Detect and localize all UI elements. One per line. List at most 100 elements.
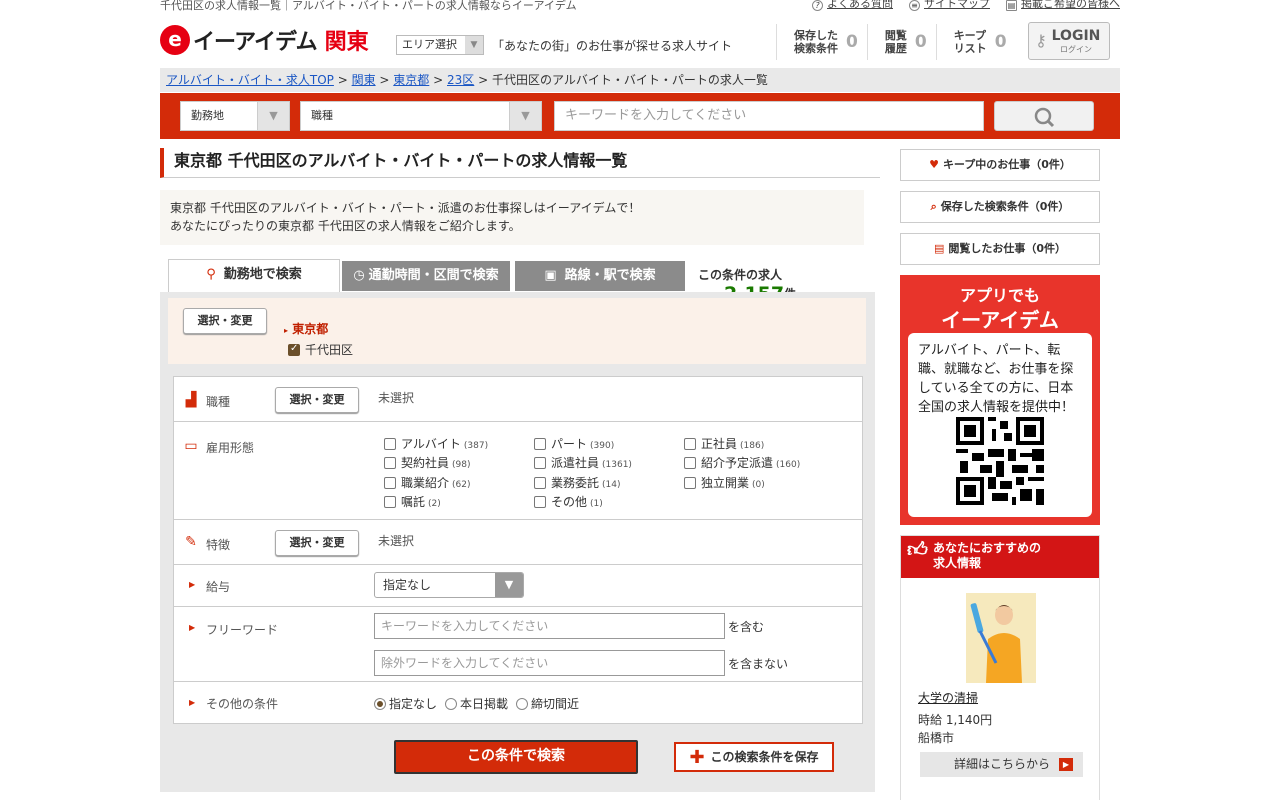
advertiser-link[interactable]: ▤ 掲載ご希望の皆様へ (1006, 0, 1120, 11)
breadcrumb: アルバイト・バイト・求人TOP > 関東 > 東京都 > 23区 > 千代田区の… (160, 68, 1120, 92)
checkbox[interactable] (534, 438, 546, 450)
search-panel: 選択・変更 ▸ 東京都 千代田区 ▟ 職種 選択・変更 未選択 ▭ 雇用形態 ア… (160, 292, 875, 792)
tagline: 「あなたの街」のお仕事が探せる求人サイト (492, 39, 733, 53)
other-option-today[interactable]: 本日掲載 (445, 695, 508, 712)
keep-jobs-link[interactable]: ♥ キープ中のお仕事（0件） (900, 149, 1100, 181)
checkbox[interactable] (384, 438, 396, 450)
thumbs-up-icon: 👍︎ (907, 537, 928, 561)
faq-link[interactable]: ? よくある質問 (812, 0, 893, 11)
breadcrumb-23ku[interactable]: 23区 (447, 73, 474, 87)
checkbox[interactable] (684, 438, 696, 450)
search-bar: 勤務地 ▼ 職種 ▼ キーワードを入力してください (160, 93, 1120, 139)
saved-search-stat[interactable]: 保存した 検索条件 0 (776, 24, 867, 60)
employment-option[interactable]: その他 (1) (534, 493, 603, 510)
checkbox[interactable] (384, 457, 396, 469)
tab-location[interactable]: ⚲ 勤務地で検索 (168, 259, 340, 295)
caret-icon: ▶ (189, 580, 196, 589)
employment-option[interactable]: 職業紹介 (62) (384, 474, 471, 491)
checkbox[interactable] (534, 477, 546, 489)
caret-icon: ▶ (189, 623, 196, 632)
site-title: 千代田区の求人情報一覧｜アルバイト・バイト・パートの求人情報ならイーアイデム (160, 0, 577, 12)
train-icon: ▣ (544, 268, 557, 283)
keep-list-stat[interactable]: キープ リスト 0 (935, 24, 1016, 60)
employment-option[interactable]: 嘱託 (2) (384, 493, 441, 510)
checkbox[interactable] (384, 477, 396, 489)
user-stats: 保存した 検索条件 0 閲覧 履歴 0 キープ リスト 0 (776, 24, 1016, 60)
employment-option[interactable]: パート (390) (534, 435, 614, 452)
area-change-button[interactable]: 選択・変更 (183, 308, 267, 334)
tab-station[interactable]: ▣ 路線・駅で検索 (515, 261, 685, 291)
search-submit-button[interactable]: この条件で検索 (394, 740, 638, 774)
employment-row: ▭ 雇用形態 アルバイト (387) パート (390) 正社員 (186) 契約社員 (98… (174, 422, 862, 520)
employment-option[interactable]: 業務委託 (14) (534, 474, 621, 491)
ward-checkbox[interactable]: 千代田区 (288, 341, 353, 358)
page: 千代田区の求人情報一覧｜アルバイト・バイト・パートの求人情報ならイーアイデム ?… (0, 0, 1280, 800)
breadcrumb-top[interactable]: アルバイト・バイト・求人TOP (166, 73, 334, 87)
search-button[interactable] (994, 101, 1094, 131)
checkbox[interactable] (534, 496, 546, 508)
logo[interactable]: e イーアイデム 関東 (160, 24, 369, 56)
employment-option[interactable]: 派遣社員 (1361) (534, 454, 632, 471)
location-select[interactable]: 勤務地 ▼ (180, 101, 290, 131)
recommended-header: 👍︎ あなたにおすすめの 求人情報 (901, 536, 1099, 578)
search-check-icon: ⌕ (930, 200, 937, 213)
area-box: 選択・変更 ▸ 東京都 千代田区 (168, 298, 866, 364)
worker-image (966, 593, 1036, 683)
employment-option[interactable]: 正社員 (186) (684, 435, 764, 452)
breadcrumb-kanto[interactable]: 関東 (352, 73, 376, 87)
employment-option[interactable]: アルバイト (387) (384, 435, 488, 452)
job-select[interactable]: 職種 ▼ (300, 101, 542, 131)
plus-icon: ✚ (689, 747, 705, 768)
other-row: ▶ その他の条件 指定なし 本日掲載 締切間近 (189, 695, 580, 712)
chevron-down-icon: ▼ (257, 102, 289, 130)
history-stat[interactable]: 閲覧 履歴 0 (866, 24, 936, 60)
salary-select[interactable]: 指定なし ▼ (374, 572, 524, 598)
saved-search-link[interactable]: ⌕ 保存した検索条件（0件） (900, 191, 1100, 223)
freeword-input[interactable]: キーワードを入力してください (374, 613, 725, 639)
area-select[interactable]: エリア選択 ▼ (396, 35, 484, 55)
viewed-jobs-link[interactable]: ▤ 閲覧したお仕事（0件） (900, 233, 1100, 265)
recommended-jobs: 👍︎ あなたにおすすめの 求人情報 大学の清掃 時給 1,140円 船橋市 詳細… (900, 535, 1100, 800)
radio[interactable] (516, 698, 529, 710)
top-bar: 千代田区の求人情報一覧｜アルバイト・バイト・パートの求人情報ならイーアイデム ?… (160, 0, 1120, 14)
feature-change-button[interactable]: 選択・変更 (275, 530, 359, 556)
job-title-link[interactable]: 大学の清掃 (918, 689, 978, 706)
filter-table: ▟ 職種 選択・変更 未選択 ▭ 雇用形態 アルバイト (387) パート (390)… (173, 376, 863, 724)
caret-icon: ▸ (284, 326, 289, 335)
search-icon (1034, 107, 1055, 128)
job-row: ▟ 職種 選択・変更 未選択 (174, 377, 862, 422)
job-photo[interactable] (966, 593, 1036, 683)
job-change-button[interactable]: 選択・変更 (275, 387, 359, 413)
exclude-word-input[interactable]: 除外ワードを入力してください (374, 650, 725, 676)
keyword-input[interactable]: キーワードを入力してください (554, 101, 984, 131)
tab-commute[interactable]: ◷ 通勤時間・区間で検索 (342, 261, 510, 291)
other-option-deadline[interactable]: 締切間近 (516, 695, 579, 712)
top-links: ? よくある質問 ≡ サイトマップ ▤ 掲載ご希望の皆様へ (812, 0, 1120, 11)
radio-selected[interactable] (374, 698, 386, 710)
checkbox-checked[interactable] (288, 343, 300, 356)
other-option-none[interactable]: 指定なし (374, 695, 437, 712)
checkbox[interactable] (384, 496, 396, 508)
key-icon: ⚷ (1035, 31, 1047, 50)
job-wage: 時給 1,140円 (918, 713, 993, 727)
question-icon: ? (812, 0, 823, 11)
checkbox[interactable] (684, 477, 696, 489)
sitemap-link[interactable]: ≡ サイトマップ (909, 0, 990, 11)
job-detail-button[interactable]: 詳細はこちらから ▶ (920, 752, 1083, 777)
checkbox[interactable] (684, 457, 696, 469)
qr-code-icon (956, 417, 1044, 505)
employment-option[interactable]: 紹介予定派遣 (160) (684, 454, 800, 471)
pen-icon: ✎ (185, 534, 197, 550)
checkbox[interactable] (534, 457, 546, 469)
save-search-button[interactable]: ✚ この検索条件を保存 (674, 742, 834, 772)
person-pin-icon: ⚲ (206, 267, 216, 282)
employment-option[interactable]: 独立開業 (0) (684, 474, 765, 491)
login-button[interactable]: ⚷ LOGIN ログイン (1028, 22, 1110, 60)
intro-text: 東京都 千代田区のアルバイト・バイト・パート・派遣のお仕事探しはイーアイデムで！… (160, 190, 864, 245)
clock-icon: ◷ (353, 268, 365, 283)
employment-option[interactable]: 契約社員 (98) (384, 454, 471, 471)
app-banner[interactable]: アプリでも イーアイデム アルバイト、パート、転職、就職など、お仕事を探している… (900, 275, 1100, 525)
prefecture-label: ▸ 東京都 (284, 322, 329, 336)
radio[interactable] (445, 698, 458, 710)
breadcrumb-tokyo[interactable]: 東京都 (393, 73, 429, 87)
